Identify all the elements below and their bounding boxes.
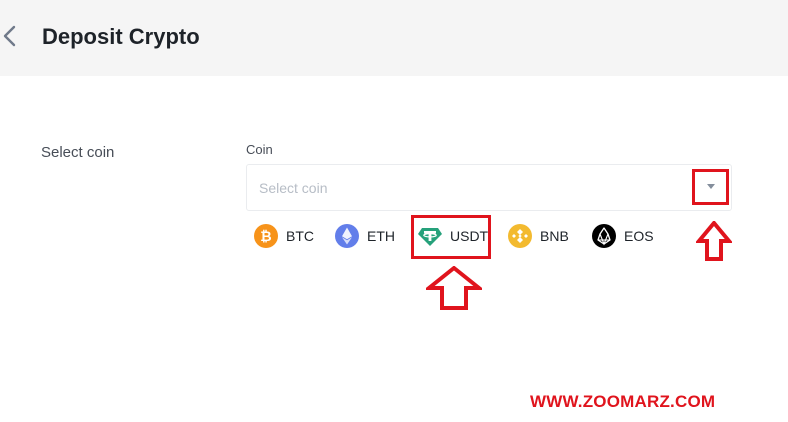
usdt-highlight-box <box>411 215 491 259</box>
coin-select-dropdown[interactable]: Select coin <box>246 164 732 211</box>
caret-down-icon[interactable] <box>707 184 715 189</box>
dropdown-highlight-box <box>692 169 729 205</box>
chevron-left-icon <box>3 25 16 47</box>
svg-text:₿: ₿ <box>260 229 271 245</box>
coin-chip-bnb[interactable]: BNB <box>508 224 570 249</box>
eos-icon <box>592 224 616 248</box>
arrow-up-icon <box>426 266 482 310</box>
coin-chip-label: ETH <box>367 228 395 244</box>
arrow-up-icon <box>696 221 732 261</box>
bnb-icon <box>508 224 532 248</box>
back-button[interactable] <box>0 22 24 52</box>
coin-field-label: Coin <box>246 142 273 157</box>
page-title: Deposit Crypto <box>42 24 200 49</box>
section-label: Select coin <box>41 144 115 161</box>
coin-chip-eos[interactable]: EOS <box>592 224 654 249</box>
coin-chip-btc[interactable]: ₿ BTC <box>254 224 314 249</box>
btc-icon: ₿ <box>254 224 278 248</box>
page-header: Deposit Crypto <box>0 0 788 76</box>
coin-select-placeholder: Select coin <box>259 180 328 196</box>
coin-chip-label: BNB <box>540 228 569 244</box>
coin-chip-label: EOS <box>624 228 654 244</box>
watermark-text: WWW.ZOOMARZ.COM <box>530 392 716 411</box>
eth-icon <box>335 224 359 248</box>
coin-chip-eth[interactable]: ETH <box>335 224 395 249</box>
coin-chip-label: BTC <box>286 228 314 244</box>
